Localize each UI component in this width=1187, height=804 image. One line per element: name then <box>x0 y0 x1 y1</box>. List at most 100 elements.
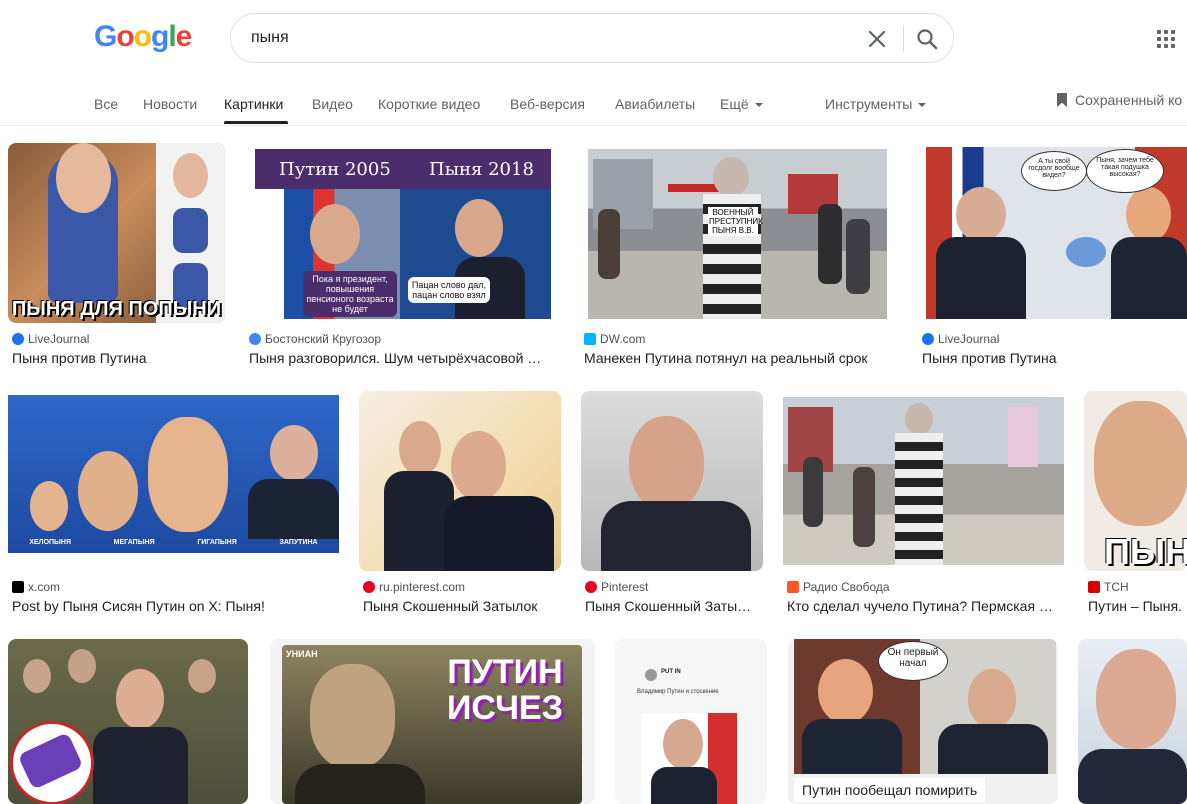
result-thumbnail[interactable] <box>1078 639 1187 804</box>
tab-more-label: Ещё <box>720 96 749 112</box>
image-caption: Путин пообещал помирить <box>794 778 986 802</box>
face-shape <box>629 416 704 511</box>
image-result[interactable]: УНИАН ПУТИН ИСЧЕЗ <box>270 639 595 804</box>
candy-circle <box>10 721 94 804</box>
label-4: ЗАПУТИНА <box>279 539 318 546</box>
image-result[interactable]: ПЫНЯ ДЛЯ ПОПЫНИ LiveJournal Пыня против … <box>8 143 225 373</box>
result-thumbnail[interactable] <box>359 391 561 571</box>
speech-bubble: Он первый начал <box>878 641 948 681</box>
tch-icon <box>1088 581 1100 593</box>
result-source: LiveJournal <box>12 332 89 346</box>
tab-web[interactable]: Веб-версия <box>510 96 585 112</box>
result-thumbnail[interactable]: Он первый начал Путин пообещал помирить <box>788 639 1058 804</box>
image-result[interactable]: Он первый начал Путин пообещал помирить <box>788 639 1058 804</box>
google-logo[interactable]: Google <box>94 20 192 54</box>
result-thumbnail[interactable] <box>581 391 763 571</box>
mannequin-head <box>713 157 749 197</box>
result-source: Pinterest <box>585 580 648 594</box>
speech-bubble: Пыня, зачем тебе такая подушка высокая? <box>1086 149 1164 193</box>
livejournal-icon <box>922 333 934 345</box>
tab-more[interactable]: Ещё <box>720 96 763 112</box>
suit-shape <box>936 237 1026 319</box>
cartoon-head <box>148 417 228 532</box>
image-result[interactable] <box>1078 639 1187 804</box>
result-title[interactable]: Post by Пыня Сисян Путин on X: Пыня! <box>12 598 337 614</box>
face-shape <box>270 425 318 481</box>
tools-button[interactable]: Инструменты <box>825 96 927 112</box>
result-title[interactable]: Манекен Путина потянул на реальный срок <box>584 350 896 366</box>
active-tab-indicator <box>224 121 288 124</box>
result-thumbnail[interactable]: УНИАН ПУТИН ИСЧЕЗ <box>270 639 595 804</box>
result-title[interactable]: Пыня против Путина <box>922 350 1184 366</box>
suit-shape <box>1111 237 1187 319</box>
suit-shape <box>93 727 188 804</box>
result-title[interactable]: Пыня против Путина <box>12 350 227 366</box>
search-icon[interactable] <box>915 27 939 51</box>
globe-icon <box>249 333 261 345</box>
result-thumbnail[interactable]: Путин 2005 Пыня 2018 Пока я президент, п… <box>255 149 551 319</box>
meme-caption: ПЫНЯ ДЛЯ ПОПЫНИ <box>11 298 222 320</box>
chevron-down-icon <box>918 103 927 108</box>
result-title[interactable]: Пыня Скошенный Заты… <box>585 598 761 614</box>
label-2: МЕГАПЫНЯ <box>113 539 155 546</box>
face-shape <box>451 431 506 501</box>
image-result[interactable]: PUT IN Владимир Путин и стоскение <box>615 639 767 804</box>
tab-shorts[interactable]: Короткие видео <box>378 96 480 112</box>
face-shape <box>663 719 703 769</box>
radio-svoboda-icon <box>787 581 799 593</box>
tab-all[interactable]: Все <box>94 96 118 112</box>
result-thumbnail[interactable]: ВОЕННЫЙ ПРЕСТУПНИК ПЫНЯ В.В. <box>588 149 887 319</box>
result-source: Радио Свобода <box>787 580 890 594</box>
image-result[interactable]: ru.pinterest.com Пыня Скошенный Затылок <box>359 391 561 621</box>
result-title[interactable]: Путин – Пыня. … <box>1088 598 1187 614</box>
avatar <box>645 669 657 681</box>
person-shape <box>803 457 823 527</box>
clear-icon[interactable] <box>865 27 889 51</box>
image-result[interactable]: А ты свой госдолг вообще видел? Пыня, за… <box>918 143 1187 373</box>
speech-bubble: А ты свой госдолг вообще видел? <box>1021 151 1087 191</box>
result-thumbnail[interactable]: ПЫНЯ ДЛЯ ПОПЫНИ <box>8 143 225 323</box>
image-result[interactable]: ПЫНЯ TCH Путин – Пыня. … <box>1084 391 1187 621</box>
result-source: ru.pinterest.com <box>363 580 465 594</box>
apps-grid-icon[interactable] <box>1157 30 1175 48</box>
saved-button[interactable]: Сохраненный ко <box>1057 92 1182 108</box>
result-thumbnail[interactable]: ХЕЛОПЫНЯ МЕГАПЫНЯ ГИГАПЫНЯ ЗАПУТИНА <box>8 395 339 553</box>
image-result[interactable]: ХЕЛОПЫНЯ МЕГАПЫНЯ ГИГАПЫНЯ ЗАПУТИНА x.co… <box>8 391 339 621</box>
tab-video[interactable]: Видео <box>312 96 353 112</box>
x-icon <box>12 581 24 593</box>
suit-shape <box>651 767 717 804</box>
image-result[interactable]: Радио Свобода Кто сделал чучело Путина? … <box>783 391 1064 621</box>
image-result[interactable] <box>8 639 248 804</box>
result-thumbnail[interactable]: А ты свой госдолг вообще видел? Пыня, за… <box>926 147 1187 319</box>
result-thumbnail[interactable] <box>8 639 248 804</box>
candy-wrapper <box>17 732 84 790</box>
image-result[interactable]: ВОЕННЫЙ ПРЕСТУПНИК ПЫНЯ В.В. DW.com Мане… <box>580 143 897 373</box>
image-result[interactable]: Путин 2005 Пыня 2018 Пока я президент, п… <box>245 143 561 373</box>
chevron-down-icon <box>754 103 763 108</box>
tab-images[interactable]: Картинки <box>224 96 283 112</box>
search-box[interactable]: пыня <box>230 13 954 63</box>
poster-headline: ПУТИН ИСЧЕЗ <box>446 653 563 727</box>
search-input[interactable]: пыня <box>251 29 289 47</box>
mannequin-sign: ВОЕННЫЙ ПРЕСТУПНИК ПЫНЯ В.В. <box>708 207 763 236</box>
header-divider <box>0 125 1187 126</box>
speech-bubble: Пацан слово дал, пацан слово взял <box>408 277 490 303</box>
result-thumbnail[interactable]: ПЫНЯ <box>1084 391 1187 571</box>
figurine-head <box>56 143 111 213</box>
result-title[interactable]: Пыня разговорился. Шум четырёхчасовой … <box>249 350 561 366</box>
saved-label: Сохраненный ко <box>1075 92 1183 108</box>
face-shape <box>310 664 395 769</box>
result-title[interactable]: Пыня Скошенный Затылок <box>363 598 561 614</box>
figurine-head <box>173 153 208 198</box>
person-shape <box>853 467 875 547</box>
result-thumbnail[interactable]: PUT IN Владимир Путин и стоскение <box>615 639 767 804</box>
tab-flights[interactable]: Авиабилеты <box>615 96 695 112</box>
result-source: x.com <box>12 580 60 594</box>
tab-news[interactable]: Новости <box>143 96 197 112</box>
face-shape <box>23 659 51 693</box>
result-thumbnail[interactable] <box>783 397 1064 565</box>
face-shape <box>310 204 360 264</box>
image-result[interactable]: Pinterest Пыня Скошенный Заты… <box>581 391 763 621</box>
face-shape <box>818 659 873 724</box>
result-title[interactable]: Кто сделал чучело Путина? Пермская … <box>787 598 1062 614</box>
